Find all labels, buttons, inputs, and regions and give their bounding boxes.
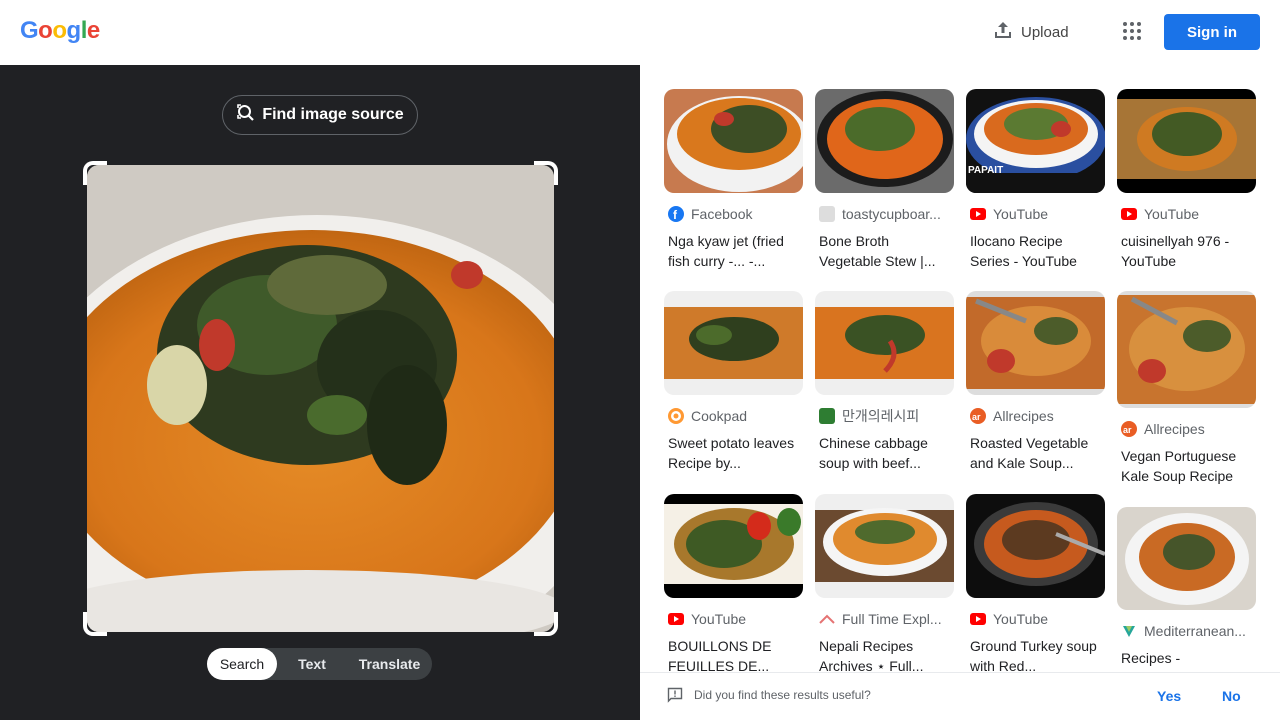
site-generic-icon (819, 206, 835, 222)
result-card[interactable]: ar Allrecipes Vegan Portuguese Kale Soup… (1117, 291, 1256, 486)
crop-handle-top-right[interactable] (534, 161, 558, 185)
result-thumbnail[interactable] (664, 291, 803, 395)
facebook-icon: f (668, 206, 684, 222)
result-source: YouTube (966, 205, 1105, 223)
result-card[interactable]: Full Time Expl... Nepali Recipes Archive… (815, 494, 954, 676)
result-source: ar Allrecipes (1121, 421, 1205, 437)
result-source: toastycupboar... (815, 205, 954, 223)
result-thumbnail[interactable] (966, 291, 1105, 395)
result-thumbnail[interactable]: PAPAIT (966, 89, 1105, 193)
result-card[interactable]: YouTube BOUILLONS DE FEUILLES DE... (664, 494, 803, 676)
svg-text:ar: ar (972, 412, 981, 422)
result-title[interactable]: Ilocano Recipe Series - YouTube (966, 231, 1105, 271)
result-title[interactable]: BOUILLONS DE FEUILLES DE... (664, 636, 803, 676)
result-thumbnail[interactable] (1117, 507, 1256, 610)
result-card[interactable]: f Facebook Nga kyaw jet (fried fish curr… (664, 89, 803, 271)
mode-search-tab[interactable]: Search (207, 648, 277, 680)
mangae-icon (819, 408, 835, 424)
logo-letter: o (52, 17, 67, 44)
result-title[interactable]: Roasted Vegetable and Kale Soup... (966, 433, 1105, 473)
result-title[interactable]: Nepali Recipes Archives ⋆ Full... (815, 636, 954, 676)
result-thumbnail[interactable] (1117, 291, 1256, 408)
result-title[interactable]: Nga kyaw jet (fried fish curry -... -... (664, 231, 803, 271)
result-thumbnail[interactable] (815, 494, 954, 598)
sign-in-button[interactable]: Sign in (1164, 14, 1260, 50)
result-source: Mediterranean... (1117, 622, 1256, 640)
result-source: Full Time Expl... (815, 610, 954, 628)
logo-letter: e (86, 17, 100, 44)
query-image-panel: Find image source Search Text Translate (0, 65, 640, 720)
result-title[interactable]: Sweet potato leaves Recipe by... (664, 433, 803, 473)
upload-icon (993, 20, 1013, 44)
logo-letter: o (38, 17, 53, 44)
result-thumbnail[interactable] (966, 494, 1105, 598)
youtube-icon (668, 611, 684, 627)
mediterranean-icon (1121, 623, 1137, 639)
apps-grid-icon[interactable] (1121, 20, 1143, 42)
result-title[interactable]: Vegan Portuguese Kale Soup Recipe (1117, 446, 1256, 486)
feedback-icon (667, 687, 683, 708)
result-title[interactable]: Bone Broth Vegetable Stew |... (815, 231, 954, 271)
svg-text:ar: ar (1123, 425, 1132, 435)
result-thumbnail[interactable] (815, 291, 954, 395)
result-source: YouTube (966, 610, 1105, 628)
allrecipes-icon: ar (1121, 421, 1137, 437)
feedback-no-button[interactable]: No (1222, 688, 1241, 704)
result-card[interactable]: Cookpad Sweet potato leaves Recipe by... (664, 291, 803, 473)
result-title[interactable]: Ground Turkey soup with Red... (966, 636, 1105, 676)
google-logo[interactable]: Google (20, 17, 100, 45)
feedback-question: Did you find these results useful? (694, 688, 871, 702)
image-search-icon (236, 103, 256, 128)
result-card[interactable]: YouTube cuisinellyah 976 - YouTube (1117, 89, 1256, 271)
visual-matches-panel: f Facebook Nga kyaw jet (fried fish curr… (640, 65, 1280, 720)
result-source: Cookpad (664, 407, 803, 425)
result-card[interactable]: toastycupboar... Bone Broth Vegetable St… (815, 89, 954, 271)
query-image (87, 165, 554, 632)
result-source: ar Allrecipes (970, 408, 1054, 424)
upload-button[interactable]: Upload (993, 20, 1069, 44)
find-image-source-button[interactable]: Find image source (222, 95, 418, 135)
result-card[interactable]: YouTube Ground Turkey soup with Red... (966, 494, 1105, 676)
thumbnail-overlay-text: PAPAIT (968, 165, 1004, 176)
logo-letter: G (20, 17, 39, 44)
result-source: YouTube (664, 610, 803, 628)
full-time-explorer-icon (819, 611, 835, 627)
crop-handle-top-left[interactable] (83, 161, 107, 185)
feedback-yes-button[interactable]: Yes (1157, 688, 1181, 704)
result-title[interactable]: Chinese cabbage soup with beef... (815, 433, 954, 473)
result-source: 만개의레시피 (815, 407, 954, 425)
cookpad-icon (668, 408, 684, 424)
result-card[interactable]: Mediterranean... Recipes - (1117, 507, 1256, 688)
feedback-bar: Did you find these results useful? Yes N… (640, 672, 1280, 720)
result-card[interactable]: PAPAIT YouTube Ilocano Recipe Series - Y… (966, 89, 1105, 271)
result-thumbnail[interactable] (664, 494, 803, 598)
mode-switcher: Search Text Translate (207, 648, 432, 680)
mode-text-tab[interactable]: Text (277, 648, 347, 680)
upload-label: Upload (1021, 23, 1069, 41)
logo-letter: g (66, 17, 82, 44)
result-thumbnail[interactable] (1117, 89, 1256, 193)
youtube-icon (970, 206, 986, 222)
result-title[interactable]: cuisinellyah 976 - YouTube (1117, 231, 1256, 271)
mode-translate-tab[interactable]: Translate (347, 648, 432, 680)
result-card[interactable]: ar Allrecipes Roasted Vegetable and Kale… (966, 291, 1105, 473)
youtube-icon (1121, 206, 1137, 222)
result-thumbnail[interactable] (664, 89, 803, 193)
crop-handle-bottom-right[interactable] (534, 612, 558, 636)
result-source: f Facebook (664, 205, 803, 223)
find-image-source-label: Find image source (262, 106, 404, 123)
result-thumbnail[interactable] (815, 89, 954, 193)
query-image-crop[interactable] (83, 161, 558, 636)
top-bar: Google Upload Sign in (0, 0, 1280, 65)
result-card[interactable]: 만개의레시피 Chinese cabbage soup with beef... (815, 291, 954, 473)
youtube-icon (970, 611, 986, 627)
result-source: YouTube (1117, 205, 1256, 223)
allrecipes-icon: ar (970, 408, 986, 424)
crop-handle-bottom-left[interactable] (83, 612, 107, 636)
svg-text:f: f (673, 208, 678, 222)
